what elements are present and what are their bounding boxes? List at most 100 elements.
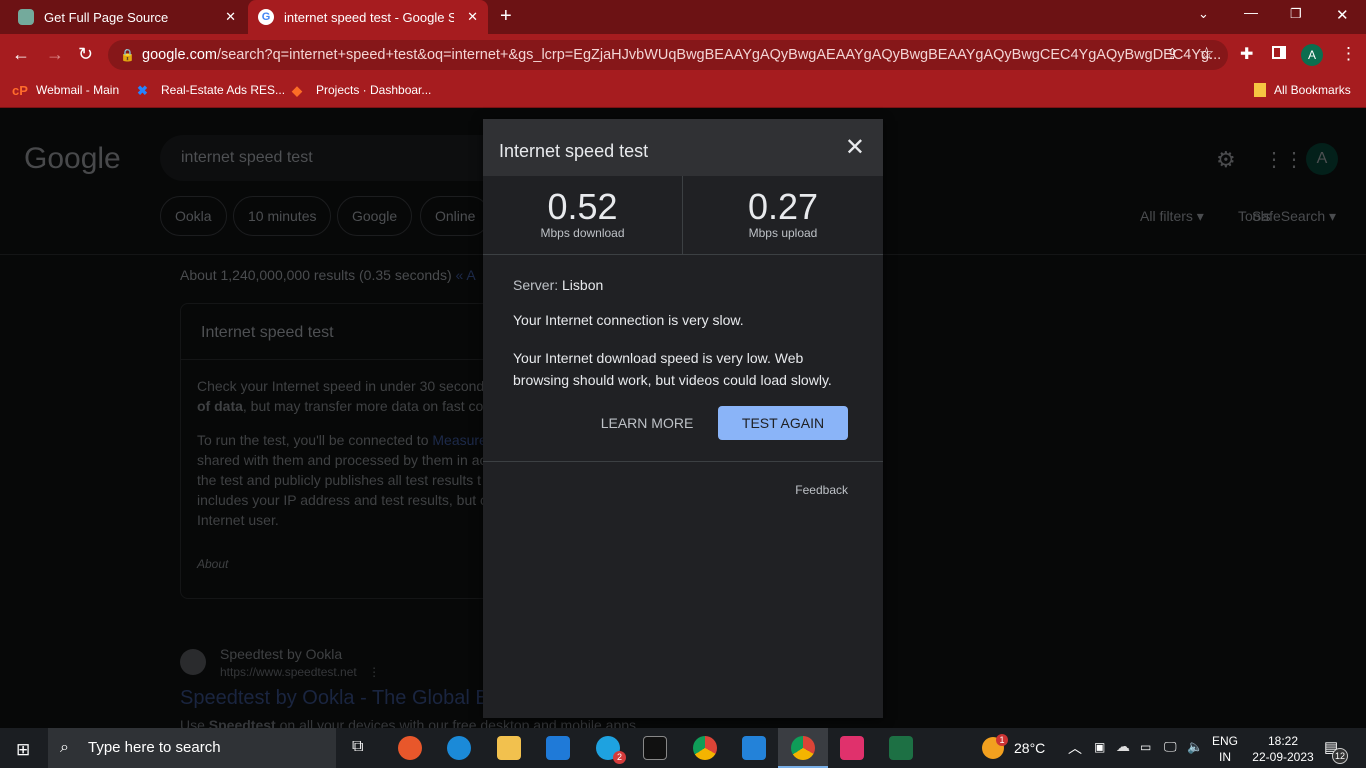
download-metric: 0.52 Mbps download: [483, 176, 683, 254]
card-body: Check your Internet speed in under 30 se…: [181, 360, 499, 574]
speedtest-favicon: [180, 649, 206, 675]
chip-ookla[interactable]: Ookla: [160, 196, 227, 236]
extensions-icon[interactable]: ✚: [1240, 44, 1253, 64]
text: shared with them and processed by them i…: [197, 452, 487, 468]
close-window-button[interactable]: ✕: [1336, 6, 1349, 24]
text: on all your devices with our free deskto…: [275, 717, 637, 728]
result-stats-link[interactable]: « A: [456, 267, 476, 283]
bookmark-label: Webmail - Main: [36, 83, 120, 97]
minimize-button[interactable]: —: [1244, 4, 1258, 20]
close-tab-icon[interactable]: ✕: [225, 9, 236, 25]
skype-badge: 2: [613, 751, 626, 764]
google-icon: G: [258, 9, 274, 25]
notification-count: 12: [1332, 748, 1348, 764]
task-view-icon[interactable]: ⧉: [352, 738, 363, 756]
upload-label: Mbps upload: [748, 226, 818, 240]
battery-icon[interactable]: ▭: [1140, 740, 1151, 754]
windows-start-icon[interactable]: ⊞: [16, 740, 30, 760]
skype-icon[interactable]: 2: [596, 736, 626, 764]
account-avatar[interactable]: A: [1306, 143, 1338, 175]
taskbar-search-box[interactable]: ⌕ Type here to search: [48, 728, 336, 768]
weather-temp[interactable]: 28°C: [1014, 740, 1045, 756]
chrome-active-taskbar[interactable]: [778, 728, 828, 768]
safesearch-button[interactable]: SafeSearch ▾: [1252, 208, 1336, 225]
text: Internet user.: [197, 512, 279, 528]
edge-icon[interactable]: [447, 736, 471, 760]
all-filters-label: All filters: [1140, 208, 1193, 224]
close-icon[interactable]: ✕: [845, 133, 865, 162]
time: 18:22: [1267, 734, 1299, 748]
bookmark-webmail[interactable]: cP Webmail - Main: [12, 83, 120, 98]
feedback-link[interactable]: Feedback: [795, 483, 848, 497]
tab-get-full-page-source[interactable]: Get Full Page Source ✕: [8, 0, 246, 34]
card-paragraph-2: To run the test, you'll be connected to …: [197, 430, 487, 530]
settings-gear-icon[interactable]: ⚙: [1216, 147, 1236, 173]
forward-icon[interactable]: →: [46, 44, 64, 65]
about-link[interactable]: About: [197, 554, 483, 574]
onedrive-icon[interactable]: ☁: [1116, 738, 1130, 755]
excel-icon[interactable]: [889, 736, 913, 760]
menu-icon[interactable]: ⋮: [1340, 44, 1357, 64]
tab-google-search[interactable]: G internet speed test - Google Sea ✕: [248, 0, 488, 34]
text: Check your Internet speed in under 30 se…: [197, 378, 485, 394]
back-icon[interactable]: ←: [12, 44, 30, 65]
bookmark-star-icon[interactable]: ☆: [1199, 44, 1214, 64]
chrome-icon[interactable]: [693, 736, 717, 760]
tab-search-icon[interactable]: ⌄: [1198, 6, 1209, 22]
chrome-profile-icon: [791, 736, 815, 760]
url-path: /search?q=internet+speed+test&oq=interne…: [216, 47, 1222, 63]
side-panel-icon[interactable]: [1272, 46, 1286, 59]
profile-avatar[interactable]: A: [1301, 44, 1323, 66]
more-options-icon[interactable]: ⋮: [368, 665, 380, 679]
result-title-link[interactable]: Speedtest by Ookla - The Global B: [180, 687, 489, 710]
terminal-icon[interactable]: [643, 736, 667, 760]
robot-app-icon[interactable]: [840, 736, 864, 760]
bookmark-label: Real-Estate Ads RES...: [161, 83, 286, 97]
upload-metric: 0.27 Mbps upload: [683, 176, 883, 254]
share-icon[interactable]: ⇪: [1166, 45, 1179, 63]
vscode-icon[interactable]: [742, 736, 766, 760]
chip-online[interactable]: Online: [420, 196, 491, 236]
language-indicator[interactable]: ENG IN: [1212, 733, 1238, 765]
tray-chevron-icon[interactable]: ︿: [1068, 738, 1082, 758]
new-tab-button[interactable]: +: [500, 5, 512, 28]
chip-google[interactable]: Google: [337, 196, 413, 236]
google-logo[interactable]: Google: [24, 142, 121, 176]
dialog-title: Internet speed test: [499, 141, 649, 161]
result-snippet: Use Speedtest on all your devices with o…: [180, 717, 636, 728]
notifications-icon[interactable]: ▤ 12: [1324, 738, 1348, 764]
test-again-button[interactable]: TEST AGAIN: [718, 406, 848, 440]
confluence-icon: ✖: [137, 83, 148, 98]
learn-more-button[interactable]: LEARN MORE: [595, 406, 699, 440]
server-value: Lisbon: [562, 277, 604, 293]
weather-icon[interactable]: 1: [982, 734, 1008, 759]
bookmark-real-estate[interactable]: ✖ Real-Estate Ads RES...: [137, 83, 286, 98]
reload-icon[interactable]: ↻: [78, 44, 93, 65]
text: the test and publicly publishes all test…: [197, 472, 482, 488]
text: Use: [180, 717, 209, 728]
volume-icon[interactable]: 🔈: [1187, 739, 1203, 755]
bookmark-label: Projects · Dashboar...: [316, 83, 432, 97]
text: Your Internet download speed is very low…: [513, 350, 804, 366]
bookmark-projects[interactable]: ◆ Projects · Dashboar...: [292, 83, 432, 98]
all-bookmarks[interactable]: All Bookmarks: [1254, 83, 1351, 97]
file-explorer-icon[interactable]: [497, 736, 521, 760]
status-text: Your Internet connection is very slow.: [513, 312, 744, 328]
network-icon[interactable]: 🖵: [1164, 739, 1177, 755]
app-icon-1[interactable]: [398, 736, 422, 760]
all-filters-button[interactable]: All filters ▾: [1140, 208, 1204, 225]
clock[interactable]: 18:22 22-09-2023: [1245, 733, 1321, 765]
speed-test-dialog: Internet speed test ✕ 0.52 Mbps download…: [483, 119, 883, 718]
restore-button[interactable]: ❐: [1290, 6, 1302, 22]
download-label: Mbps download: [540, 226, 625, 240]
measurement-lab-link[interactable]: Measure: [432, 432, 486, 448]
address-bar[interactable]: 🔒 google.com/search?q=internet+speed+tes…: [108, 40, 1228, 70]
close-tab-icon[interactable]: ✕: [467, 9, 478, 25]
camera-icon[interactable]: ▣: [1094, 740, 1105, 754]
chip-10-minutes[interactable]: 10 minutes: [233, 196, 332, 236]
text-bold: Speedtest: [208, 717, 276, 728]
card-title: Internet speed test: [181, 304, 499, 360]
result-stats: About 1,240,000,000 results (0.35 second…: [180, 267, 476, 283]
text: includes your IP address and test result…: [197, 492, 488, 508]
mail-icon[interactable]: [546, 736, 570, 760]
